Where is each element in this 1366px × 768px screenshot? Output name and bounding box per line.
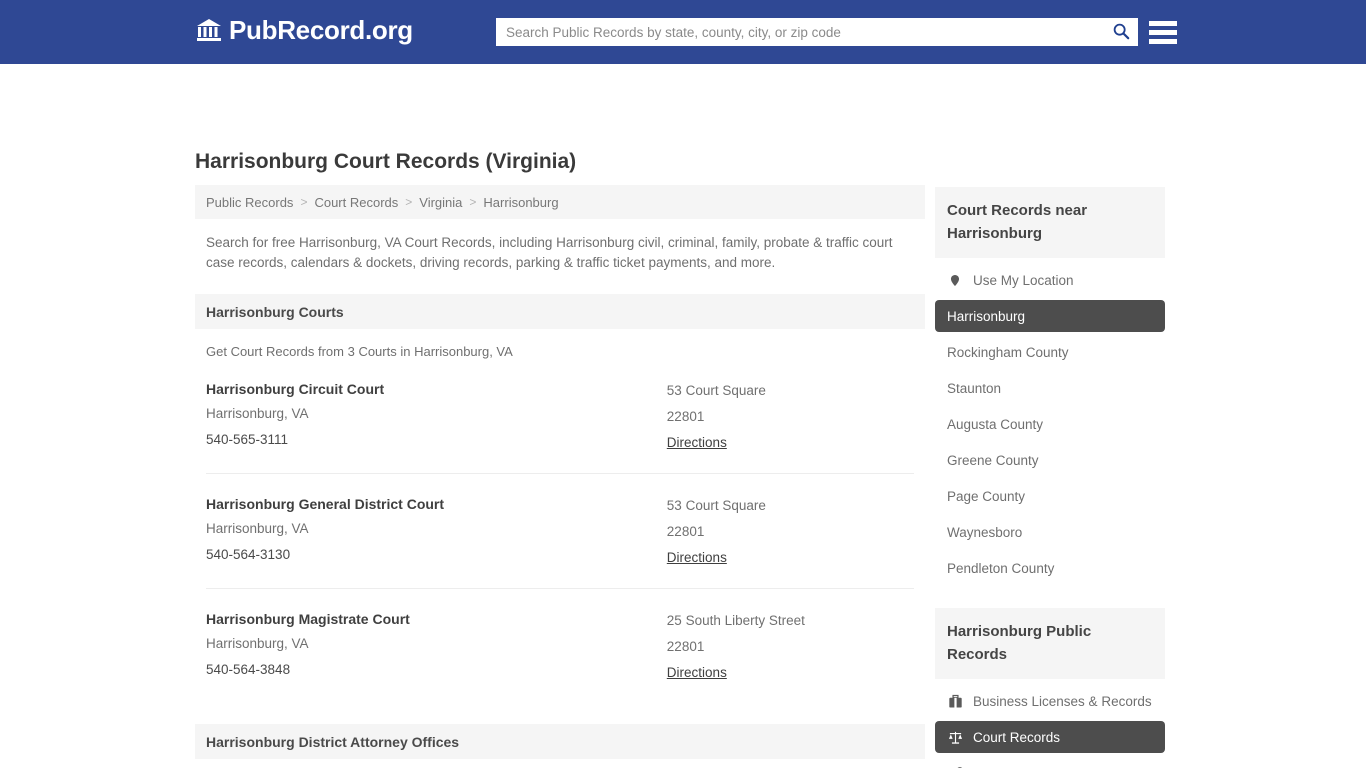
site-header: PubRecord.org [0,0,1366,64]
sidebar-item-business-licenses[interactable]: Business Licenses & Records [935,685,1165,717]
sidebar-item-label: Use My Location [973,272,1074,288]
hamburger-menu-icon-bar-3 [1149,38,1177,44]
sidebar-item-page-county[interactable]: Page County [935,480,1165,512]
sidebar-item-label: Business Licenses & Records [973,693,1152,709]
bank-building-icon [196,17,222,43]
sidebar-item-label: Page County [947,488,1026,504]
record-name[interactable]: Harrisonburg Magistrate Court [206,608,667,631]
sidebar-item-label: Rockingham County [947,344,1069,360]
record-phone: 540-564-3848 [206,662,291,677]
sidebar-nearby-list: Use My Location Harrisonburg Rockingham … [935,264,1165,584]
record-primary-column: Harrisonburg Circuit Court Harrisonburg,… [206,378,667,456]
sidebar-item-criminal-records[interactable]: Criminal Records & Warrants [935,757,1165,768]
record-name[interactable]: Harrisonburg General District Court [206,493,667,516]
breadcrumb-item-court-records[interactable]: Court Records [314,195,398,210]
court-record-list: Harrisonburg Circuit Court Harrisonburg,… [195,359,925,703]
record-phone: 540-565-3111 [206,432,289,447]
breadcrumb-separator-2: > [405,195,413,209]
hamburger-menu-button[interactable] [1149,17,1177,47]
main-content: Harrisonburg Court Records (Virginia) Pu… [195,148,925,768]
sidebar-item-augusta-county[interactable]: Augusta County [935,408,1165,440]
sidebar: Court Records near Harrisonburg Use My L… [935,187,1165,768]
search-button[interactable] [1104,18,1138,46]
site-logo-text: PubRecord.org [229,15,413,45]
sidebar-public-records-list: Business Licenses & Records Court Record… [935,685,1165,768]
sidebar-heading-nearby: Court Records near Harrisonburg [935,187,1165,258]
briefcase-icon [947,693,963,709]
directions-link[interactable]: Directions [667,660,727,686]
breadcrumb-item-harrisonburg: Harrisonburg [483,194,559,210]
section-note-district-attorney-offices: Get Court Records from 2 District Attorn… [195,759,925,768]
sidebar-item-label: Waynesboro [947,524,1023,540]
sidebar-item-label: Pendleton County [947,560,1055,576]
hamburger-menu-icon [1149,20,1177,26]
record-address: 53 Court Square [666,498,766,513]
breadcrumb-item-virginia[interactable]: Virginia [419,195,462,210]
record-city-state: Harrisonburg, VA [206,406,309,421]
sidebar-item-label: Harrisonburg [947,308,1026,324]
section-heading-courts: Harrisonburg Courts [195,294,925,329]
record-zip: 22801 [666,639,705,654]
search-bar [496,18,1138,46]
breadcrumb-separator: > [300,195,308,209]
record-address-column: 25 South Liberty Street 22801 Directions [667,608,914,686]
site-logo[interactable]: PubRecord.org [196,17,413,43]
record-address-column: 53 Court Square 22801 Directions [667,378,914,456]
sidebar-item-waynesboro[interactable]: Waynesboro [935,516,1165,548]
record-address-column: 53 Court Square 22801 Directions [667,493,914,571]
record-zip: 22801 [666,524,705,539]
sidebar-heading-public-records: Harrisonburg Public Records [935,608,1165,679]
sidebar-item-label: Court Records [973,729,1061,745]
directions-link[interactable]: Directions [667,430,727,456]
section-note-courts: Get Court Records from 3 Courts in Harri… [206,344,513,359]
table-row: Harrisonburg Magistrate Court Harrisonbu… [206,589,914,703]
sidebar-item-label: Staunton [947,380,1002,396]
table-row: Harrisonburg General District Court Harr… [206,474,914,589]
sidebar-item-label: Augusta County [947,416,1044,432]
scales-of-justice-icon [947,729,963,745]
sidebar-item-greene-county[interactable]: Greene County [935,444,1165,476]
record-primary-column: Harrisonburg General District Court Harr… [206,493,667,571]
hamburger-menu-icon-bar-2 [1149,29,1177,35]
section-heading-district-attorney-offices: Harrisonburg District Attorney Offices [195,724,925,759]
record-primary-column: Harrisonburg Magistrate Court Harrisonbu… [206,608,667,686]
directions-link[interactable]: Directions [667,545,727,571]
sidebar-item-staunton[interactable]: Staunton [935,372,1165,404]
sidebar-item-pendleton-county[interactable]: Pendleton County [935,552,1165,584]
page-title: Harrisonburg Court Records (Virginia) [195,150,577,173]
search-input[interactable] [496,19,1104,45]
search-icon [1112,22,1130,43]
record-name[interactable]: Harrisonburg Circuit Court [206,378,667,401]
page-intro-text: Search for free Harrisonburg, VA Court R… [206,235,893,270]
record-zip: 22801 [666,409,705,424]
record-city-state: Harrisonburg, VA [206,636,309,651]
sidebar-item-label: Greene County [947,452,1039,468]
sidebar-item-harrisonburg[interactable]: Harrisonburg [935,300,1165,332]
map-pin-icon [947,272,963,288]
record-phone: 540-564-3130 [206,547,291,562]
sidebar-item-rockingham-county[interactable]: Rockingham County [935,336,1165,368]
sidebar-item-use-my-location[interactable]: Use My Location [935,264,1165,296]
record-city-state: Harrisonburg, VA [206,521,309,536]
sidebar-item-court-records[interactable]: Court Records [935,721,1165,753]
breadcrumb-item-public-records[interactable]: Public Records [206,195,293,210]
breadcrumb: Public Records > Court Records > Virgini… [195,185,925,219]
breadcrumb-separator-3: > [469,195,477,209]
record-address: 25 South Liberty Street [666,613,805,628]
record-address: 53 Court Square [666,383,766,398]
table-row: Harrisonburg Circuit Court Harrisonburg,… [206,359,914,474]
